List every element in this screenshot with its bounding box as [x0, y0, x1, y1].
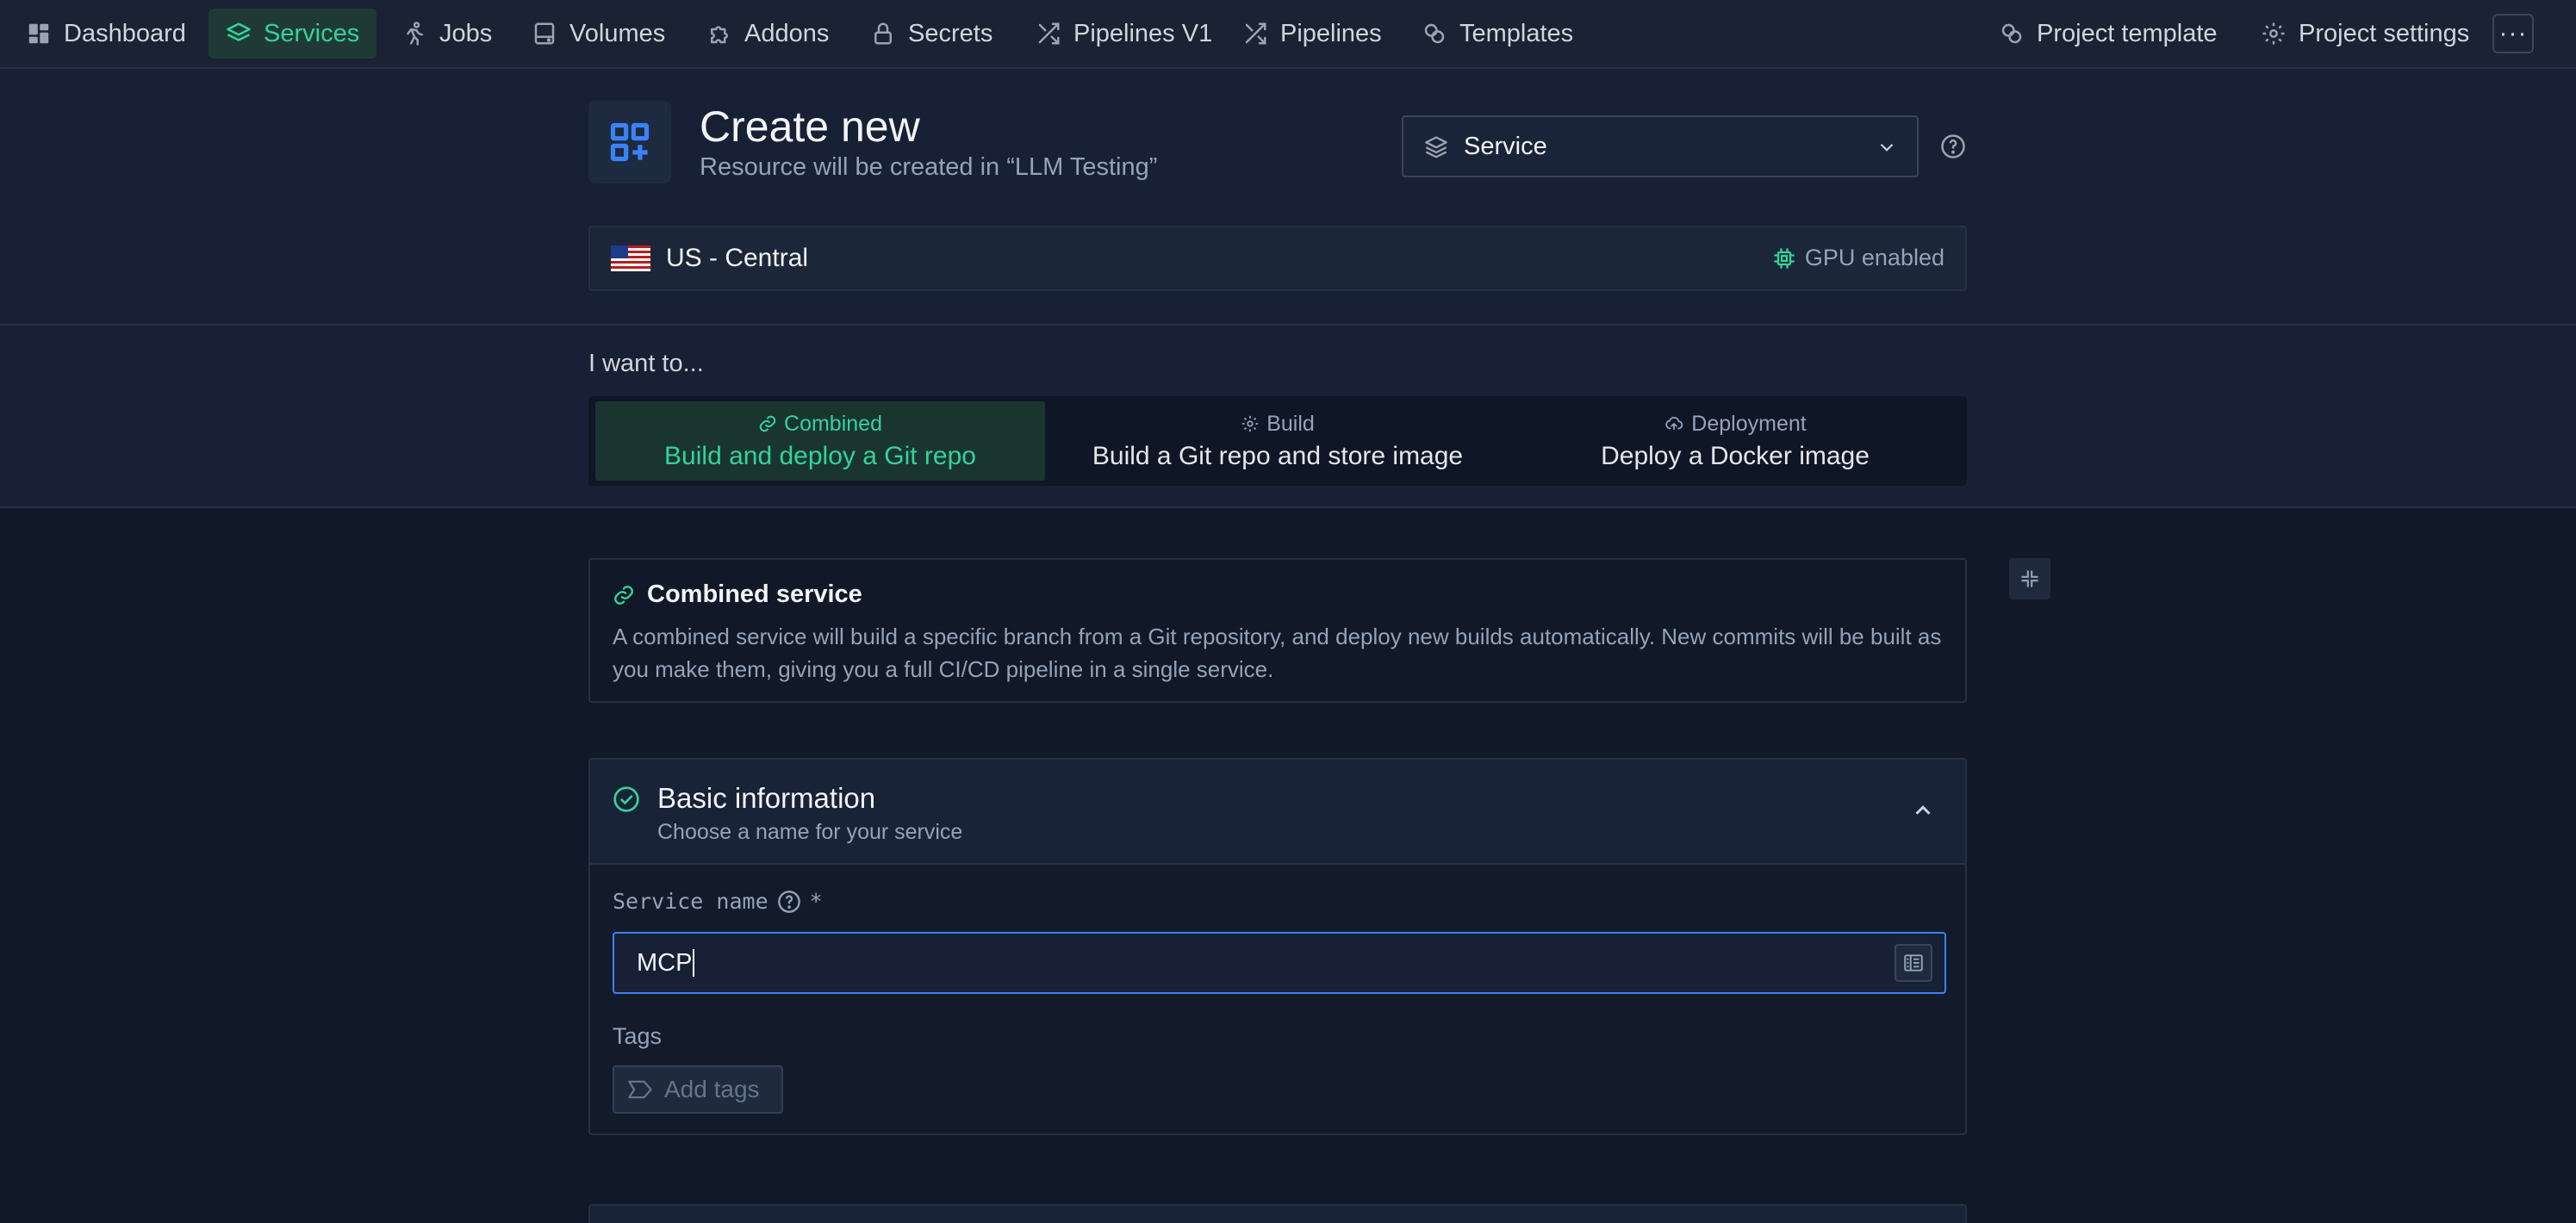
intent-options: Combined Build and deploy a Git repo Bui… [588, 396, 1967, 486]
nav-project-template[interactable]: Project template [1982, 9, 2235, 59]
add-tags-button[interactable]: Add tags [613, 1065, 783, 1114]
templates-icon [2001, 23, 2022, 44]
gpu-label: GPU enabled [1804, 245, 1944, 270]
option-build-label: Build a Git repo and store image [1092, 441, 1464, 470]
minimize-icon [2021, 570, 2038, 587]
puzzle-icon [711, 26, 728, 44]
nav-volumes-label: Volumes [569, 19, 666, 47]
check-circle-icon [613, 786, 639, 812]
nav-jobs[interactable]: Jobs [384, 9, 509, 59]
service-name-label-text: Service name [613, 889, 768, 914]
link-icon [614, 585, 633, 605]
nav-dashboard-label: Dashboard [64, 19, 186, 47]
nav-project-settings[interactable]: Project settings [2243, 9, 2486, 59]
option-deployment-kicker: Deployment [1664, 411, 1807, 437]
combined-service-info: Combined service A combined service will… [588, 558, 1967, 703]
gear-icon [1242, 415, 1259, 432]
templates-icon [1424, 23, 1445, 44]
nav-dashboard[interactable]: Dashboard [9, 9, 203, 59]
option-deployment[interactable]: Deployment Deploy a Docker image [1510, 401, 1960, 481]
resource-type-select[interactable]: Service [1402, 115, 1919, 177]
service-name-input[interactable]: MCP [613, 932, 1946, 994]
create-resource-logo [588, 101, 671, 183]
intent-label: I want to... [588, 350, 704, 377]
nav-volumes[interactable]: Volumes [514, 9, 682, 59]
more-icon: ··· [2498, 19, 2528, 47]
option-build[interactable]: Build Build a Git repo and store image [1053, 401, 1503, 481]
running-icon [407, 22, 423, 46]
option-build-kicker-text: Build [1266, 411, 1315, 436]
resource-type-value: Service [1464, 132, 1547, 160]
help-icon[interactable] [777, 890, 801, 914]
info-title-text: Combined service [647, 580, 862, 608]
nav-jobs-label: Jobs [439, 19, 493, 47]
top-navigation: Dashboard Services Jobs Volumes Addons S… [0, 0, 2576, 69]
service-name-value: MCP [637, 948, 693, 977]
basic-information-section: Basic information Choose a name for your… [588, 758, 1967, 1135]
nav-addons-label: Addons [744, 19, 830, 47]
nav-templates[interactable]: Templates [1404, 9, 1590, 59]
option-deployment-label: Deploy a Docker image [1601, 441, 1870, 470]
more-menu-button[interactable]: ··· [2492, 14, 2534, 53]
region-selector[interactable]: US - Central GPU enabled [588, 226, 1967, 291]
layers-icon [227, 22, 251, 41]
info-title: Combined service [613, 580, 862, 609]
grid-plus-icon [610, 122, 650, 162]
shuffle-icon [1245, 22, 1266, 45]
cloud-upload-icon [1665, 416, 1683, 431]
nav-project-template-label: Project template [2037, 19, 2218, 47]
info-description: A combined service will build a specific… [613, 624, 1942, 682]
gpu-badge: GPU enabled [1772, 245, 1944, 271]
gear-icon [2262, 22, 2285, 45]
chip-icon [1774, 247, 1795, 269]
nav-pipelines-v1-label: Pipelines V1 [1073, 19, 1213, 47]
nav-pipelines-label: Pipelines [1280, 19, 1382, 47]
option-combined[interactable]: Combined Build and deploy a Git repo [595, 401, 1045, 481]
nav-services-label: Services [264, 19, 360, 47]
nav-pipelines[interactable]: Pipelines [1225, 9, 1399, 59]
collapse-info-button[interactable] [2009, 558, 2050, 599]
layers-icon [1425, 136, 1447, 158]
insert-variable-button[interactable] [1895, 944, 1932, 982]
service-name-label: Service name * [613, 889, 823, 914]
nav-project-settings-label: Project settings [2299, 19, 2470, 47]
section-title: Basic information [657, 782, 876, 814]
link-icon [759, 415, 776, 432]
text-caret [693, 949, 695, 977]
section-subtitle: Choose a name for your service [657, 820, 963, 844]
help-icon[interactable] [1940, 133, 1966, 159]
variable-icon [1904, 954, 1923, 972]
nav-addons[interactable]: Addons [689, 9, 846, 59]
required-mark: * [809, 889, 823, 914]
option-combined-label: Build and deploy a Git repo [664, 441, 976, 470]
shuffle-icon [1038, 22, 1060, 45]
basic-information-header[interactable]: Basic information Choose a name for your… [590, 760, 1965, 865]
tag-icon [628, 1080, 652, 1099]
option-combined-kicker-text: Combined [784, 411, 882, 436]
nav-secrets[interactable]: Secrets [853, 9, 1010, 59]
lock-icon [874, 22, 892, 45]
region-name: US - Central [666, 244, 809, 272]
page-title: Create new [700, 102, 920, 151]
option-combined-kicker: Combined [758, 412, 882, 437]
hard-drive-icon [534, 22, 555, 45]
chevron-up-icon[interactable] [1910, 798, 1936, 823]
page-subtitle: Resource will be created in “LLM Testing… [700, 153, 1158, 181]
next-section-collapsed[interactable] [588, 1204, 1967, 1223]
chevron-down-icon [1880, 143, 1894, 152]
add-tags-label: Add tags [664, 1076, 760, 1102]
option-deployment-kicker-text: Deployment [1691, 411, 1807, 436]
nav-pipelines-v1[interactable]: Pipelines V1 [1018, 9, 1229, 59]
nav-templates-label: Templates [1459, 19, 1574, 47]
nav-secrets-label: Secrets [908, 19, 993, 47]
tags-label: Tags [613, 1023, 663, 1049]
us-flag-icon [611, 245, 650, 271]
dashboard-icon [28, 23, 49, 44]
nav-services[interactable]: Services [208, 9, 377, 59]
option-build-kicker: Build [1241, 412, 1315, 437]
